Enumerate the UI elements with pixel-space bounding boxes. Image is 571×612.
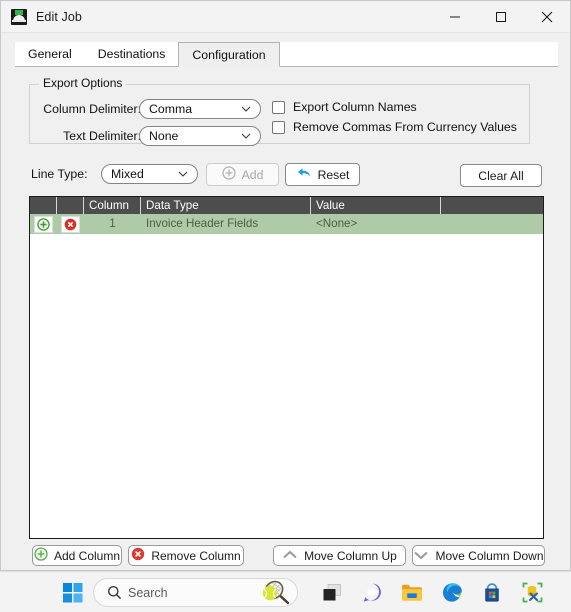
export-options-title: Export Options <box>39 76 127 90</box>
app-dome-icon <box>11 8 27 25</box>
microsoft-store-icon[interactable] <box>472 572 512 612</box>
line-type-value: Mixed <box>111 167 144 181</box>
column-delimiter-value: Comma <box>149 102 193 116</box>
remove-column-button[interactable]: Remove Column <box>128 545 244 566</box>
move-column-down-button[interactable]: Move Column Down <box>412 545 545 566</box>
line-type-select[interactable]: Mixed <box>101 164 198 184</box>
grid-header-filler <box>441 197 543 214</box>
windows-start-icon[interactable] <box>53 572 93 612</box>
move-column-down-label: Move Column Down <box>435 548 544 563</box>
move-column-up-button[interactable]: Move Column Up <box>273 545 406 566</box>
red-x-circle-icon <box>131 547 145 564</box>
checkbox-box <box>272 100 285 114</box>
windows-taskbar: Search <box>0 571 571 612</box>
grid-header-expand <box>30 197 57 214</box>
add-column-button[interactable]: Add Column <box>32 545 122 566</box>
add-button[interactable]: Add <box>206 163 279 186</box>
chevron-down-icon <box>241 106 251 113</box>
task-view-icon[interactable] <box>312 572 352 612</box>
chat-teams-icon[interactable] <box>352 572 392 612</box>
tab-configuration[interactable]: Configuration <box>178 42 280 67</box>
column-delimiter-select[interactable]: Comma <box>139 99 261 119</box>
chevron-down-icon <box>413 549 429 563</box>
grid-header-data-type[interactable]: Data Type <box>141 197 311 214</box>
row-value[interactable]: <None> <box>311 214 441 234</box>
add-button-label: Add <box>241 167 264 182</box>
edit-job-window: Edit Job General Destinations Configurat… <box>0 0 571 571</box>
chevron-up-icon <box>282 549 298 563</box>
reset-button-label: Reset <box>317 167 350 182</box>
remove-commas-checkbox[interactable]: Remove Commas From Currency Values <box>272 120 517 134</box>
table-row[interactable]: 1 Invoice Header Fields <None> <box>30 214 543 234</box>
search-placeholder: Search <box>128 585 168 600</box>
minimize-button[interactable] <box>432 1 478 32</box>
column-delimiter-label: Column Delimiter: <box>43 102 141 116</box>
grid-header-column[interactable]: Column <box>84 197 141 214</box>
red-x-circle-icon[interactable] <box>61 215 80 233</box>
plus-circle-icon <box>222 166 236 183</box>
chevron-down-icon <box>241 133 251 140</box>
green-plus-circle-icon <box>34 547 48 564</box>
window-title: Edit Job <box>36 9 82 24</box>
tab-general[interactable]: General <box>15 41 85 66</box>
clear-all-label: Clear All <box>478 168 524 183</box>
title-bar: Edit Job <box>1 1 570 33</box>
remove-column-label: Remove Column <box>151 548 241 563</box>
grid-header-delete <box>57 197 84 214</box>
move-column-up-label: Move Column Up <box>304 548 397 563</box>
clear-all-button[interactable]: Clear All <box>460 164 542 187</box>
row-expand-cell <box>30 214 57 234</box>
screen: Edit Job General Destinations Configurat… <box>0 0 571 612</box>
green-plus-circle-icon[interactable] <box>34 215 53 233</box>
tab-destinations[interactable]: Destinations <box>85 41 179 66</box>
grid-header-value[interactable]: Value <box>311 197 441 214</box>
row-data-type[interactable]: Invoice Header Fields <box>141 214 311 234</box>
file-explorer-icon[interactable] <box>392 572 432 612</box>
columns-grid[interactable]: Column Data Type Value 1 Invoice Header … <box>29 196 544 539</box>
text-delimiter-value: None <box>149 129 179 143</box>
remove-commas-label: Remove Commas From Currency Values <box>293 120 517 134</box>
reset-button[interactable]: Reset <box>285 163 360 186</box>
row-delete-cell <box>57 214 84 234</box>
close-button[interactable] <box>524 1 570 32</box>
checkbox-box <box>272 120 285 134</box>
row-filler <box>441 214 543 234</box>
row-column-number: 1 <box>109 217 116 230</box>
search-icon <box>107 585 122 600</box>
tennis-racket-icon <box>261 580 291 606</box>
grid-header-row: Column Data Type Value <box>30 197 543 214</box>
export-column-names-label: Export Column Names <box>293 100 417 114</box>
chevron-down-icon <box>178 171 188 178</box>
text-delimiter-select[interactable]: None <box>139 126 261 146</box>
text-delimiter-label: Text Delimiter: <box>63 129 141 143</box>
undo-arrow-icon <box>296 166 312 183</box>
tab-strip: General Destinations Configuration <box>15 42 558 67</box>
add-column-label: Add Column <box>53 548 121 563</box>
search-input[interactable]: Search <box>93 578 298 607</box>
export-column-names-checkbox[interactable]: Export Column Names <box>272 100 417 114</box>
database-tools-icon[interactable] <box>512 572 552 612</box>
edge-browser-icon[interactable] <box>432 572 472 612</box>
window-controls <box>432 1 570 32</box>
line-type-label: Line Type: <box>31 167 88 181</box>
maximize-button[interactable] <box>478 1 524 32</box>
